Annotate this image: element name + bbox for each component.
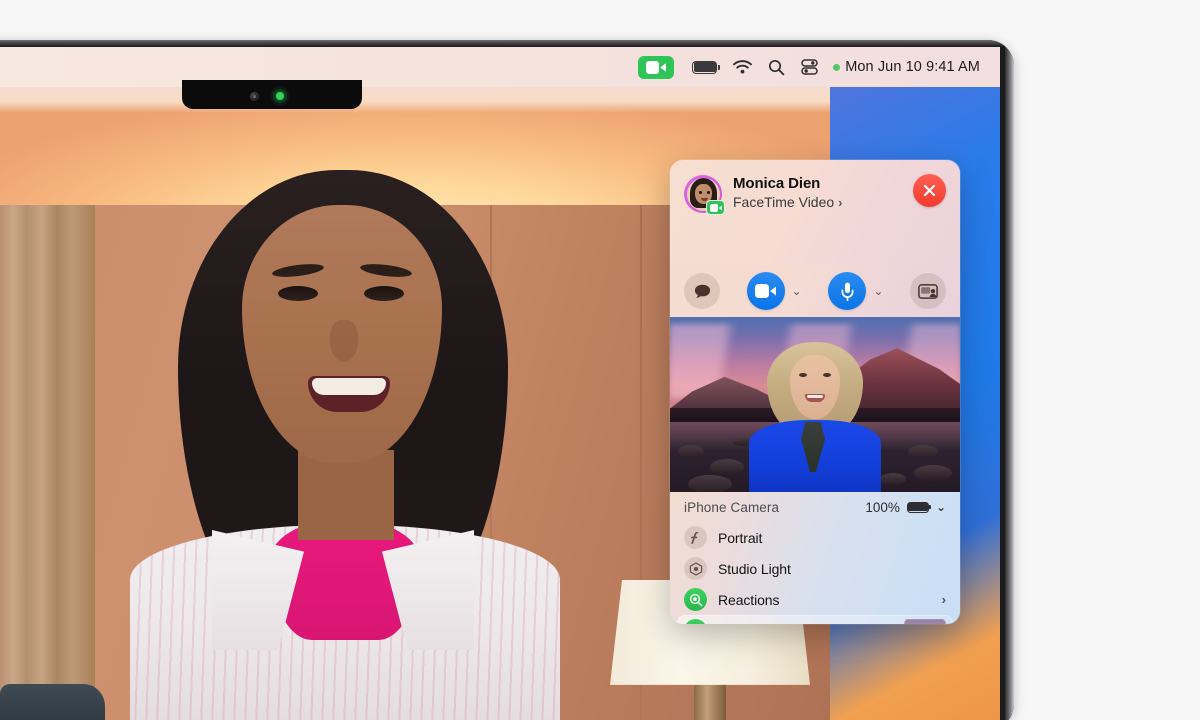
screenshot-stage: Mon Jun 10 9:41 AM Monica Dien FaceTime … bbox=[0, 0, 1200, 720]
camera-source-label: iPhone Camera bbox=[684, 499, 780, 515]
facetime-video-badge-icon bbox=[706, 200, 725, 215]
room-curtain bbox=[0, 205, 95, 720]
laptop-notch bbox=[182, 80, 362, 109]
effect-item-studio-light[interactable]: Studio Light bbox=[677, 553, 953, 584]
call-action-bar: ⌄ ⌄ bbox=[670, 265, 960, 317]
effect-item-background[interactable]: Background bbox=[677, 615, 953, 624]
laptop-right-edge bbox=[1005, 40, 1014, 720]
laptop-screen: Mon Jun 10 9:41 AM Monica Dien FaceTime … bbox=[0, 47, 1000, 720]
call-type: FaceTime Video › bbox=[733, 194, 843, 210]
call-type-label: FaceTime Video bbox=[733, 194, 835, 210]
camera-battery-percent: 100% bbox=[865, 499, 900, 515]
battery-menubar-icon[interactable] bbox=[684, 47, 725, 87]
panel-header: Monica Dien FaceTime Video › bbox=[670, 160, 960, 265]
laptop-device: Mon Jun 10 9:41 AM Monica Dien FaceTime … bbox=[0, 40, 1014, 720]
end-call-button[interactable] bbox=[913, 174, 946, 207]
spotlight-search-icon[interactable] bbox=[760, 47, 793, 87]
studio-light-icon bbox=[684, 557, 707, 580]
video-options-chevron-down-icon[interactable]: ⌄ bbox=[792, 284, 802, 298]
camera-active-indicator bbox=[833, 63, 841, 71]
avatar bbox=[684, 175, 725, 215]
battery-full-icon bbox=[906, 501, 932, 513]
camera-active-led bbox=[276, 92, 284, 100]
self-video-preview[interactable] bbox=[670, 317, 960, 492]
laptop-top-edge bbox=[0, 40, 1014, 47]
reactions-icon bbox=[684, 588, 707, 611]
facetime-control-panel: Monica Dien FaceTime Video › ⌄ ⌄ iPhone … bbox=[670, 160, 960, 624]
menu-bar: Mon Jun 10 9:41 AM bbox=[0, 47, 1000, 87]
chevron-right-icon[interactable]: › bbox=[942, 592, 946, 607]
mic-options-chevron-down-icon[interactable]: ⌄ bbox=[873, 284, 883, 298]
effect-label: Background bbox=[718, 623, 893, 625]
effect-item-portrait[interactable]: Portrait bbox=[677, 522, 953, 553]
effect-label: Studio Light bbox=[718, 560, 791, 577]
webcam-icon bbox=[250, 92, 259, 101]
local-participant-video bbox=[130, 170, 560, 720]
wifi-menubar-icon[interactable] bbox=[725, 47, 760, 87]
control-center-icon[interactable] bbox=[793, 47, 826, 87]
camera-source-chevron-down-icon[interactable]: ⌄ bbox=[936, 500, 946, 514]
video-effects-list: iPhone Camera 100% ⌄ Portrait Studio Lig… bbox=[670, 492, 960, 624]
chevron-right-icon: › bbox=[838, 194, 843, 210]
video-toggle-button[interactable] bbox=[746, 272, 785, 310]
effect-label: Portrait bbox=[718, 529, 763, 546]
share-screen-button[interactable] bbox=[910, 273, 946, 309]
room-sofa bbox=[0, 684, 105, 720]
microphone-toggle-button[interactable] bbox=[828, 272, 867, 310]
aperture-f-icon bbox=[684, 526, 707, 549]
messages-button[interactable] bbox=[684, 273, 720, 309]
menubar-clock[interactable]: Mon Jun 10 9:41 AM bbox=[845, 59, 980, 75]
facetime-menubar-icon[interactable] bbox=[638, 55, 675, 79]
background-thumbnail[interactable] bbox=[904, 619, 946, 624]
background-person-icon bbox=[684, 619, 707, 624]
camera-source-row[interactable]: iPhone Camera 100% ⌄ bbox=[670, 492, 960, 522]
effect-label: Reactions bbox=[718, 591, 780, 608]
caller-info[interactable]: Monica Dien FaceTime Video › bbox=[684, 174, 946, 215]
effect-item-reactions[interactable]: Reactions › bbox=[677, 584, 953, 615]
caller-name: Monica Dien bbox=[733, 175, 821, 192]
